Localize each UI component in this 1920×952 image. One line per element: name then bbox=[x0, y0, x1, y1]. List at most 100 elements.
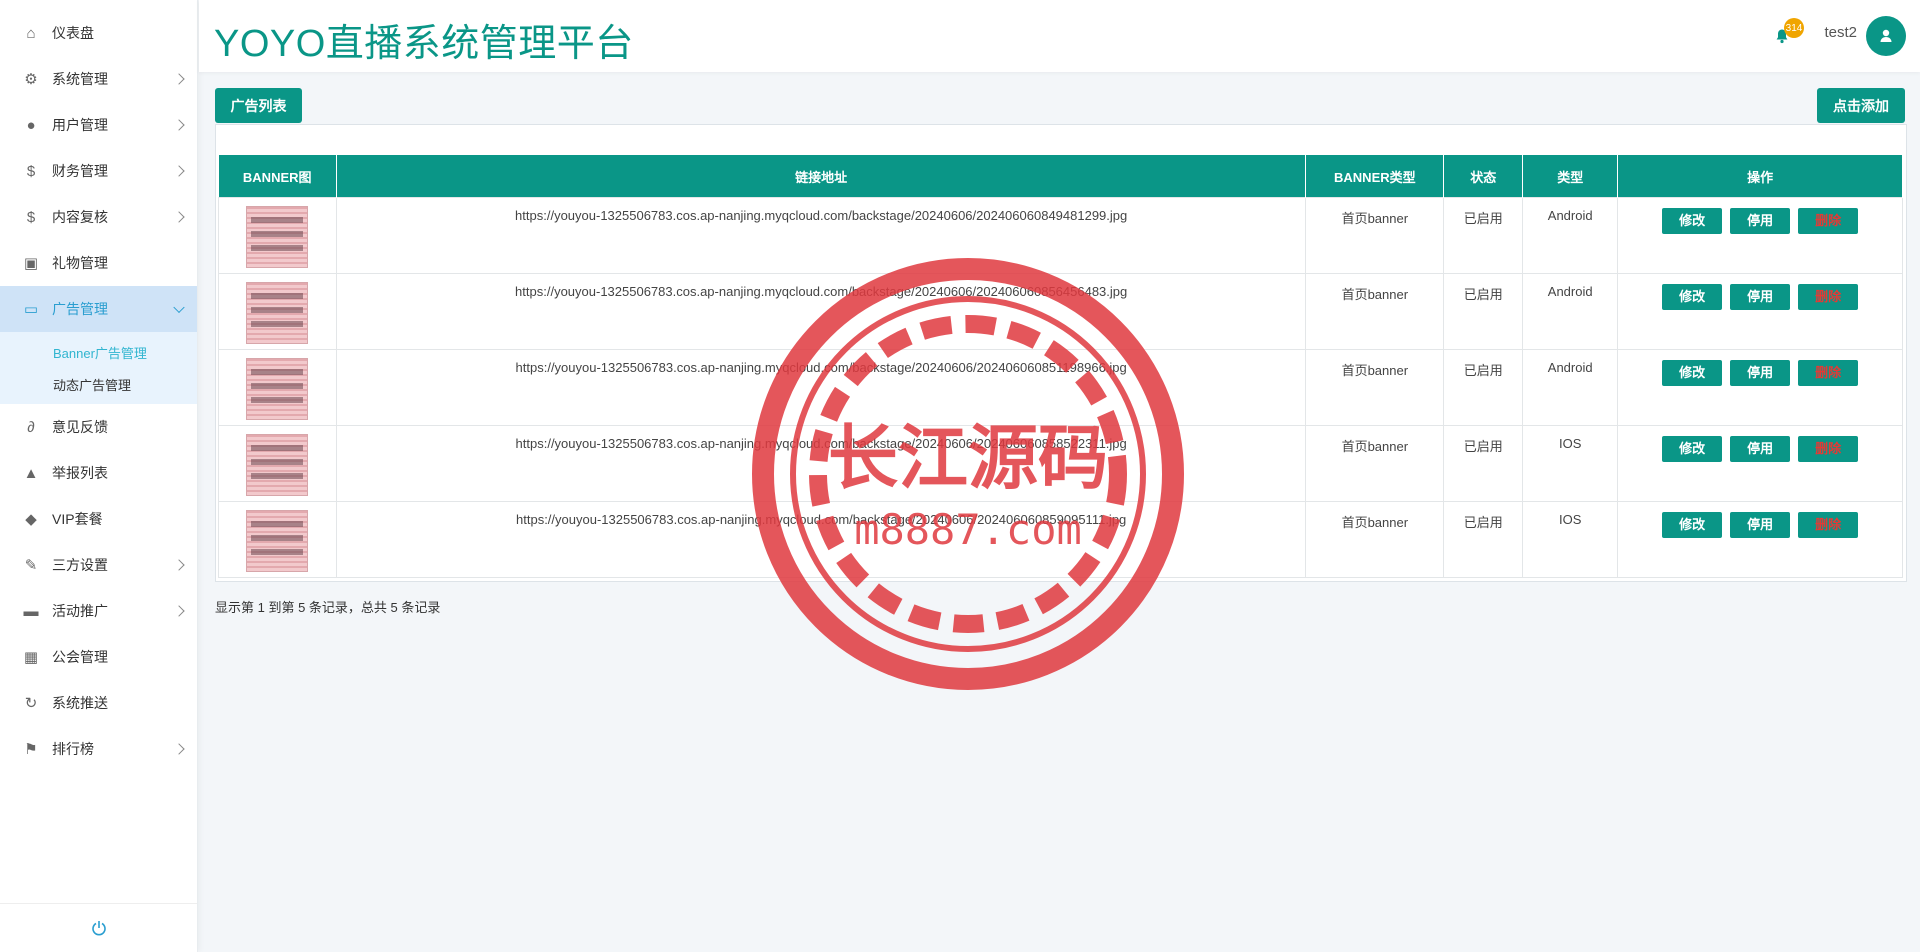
edit-button[interactable]: 修改 bbox=[1662, 360, 1723, 386]
banner-thumbnail[interactable] bbox=[246, 434, 309, 496]
sidebar-item-9[interactable]: ◆ VIP套餐 bbox=[0, 496, 197, 542]
banner-image-cell bbox=[218, 501, 337, 578]
sidebar-subitem-0[interactable]: Banner广告管理 bbox=[0, 336, 197, 368]
sidebar-item-label: 举报列表 bbox=[52, 465, 108, 481]
sidebar-item-1[interactable]: ⚙ 系统管理 bbox=[0, 56, 197, 102]
sidebar-item-label: 内容复核 bbox=[52, 209, 108, 225]
actions-cell: 修改 停用 删除 bbox=[1617, 197, 1903, 274]
banner-thumbnail[interactable] bbox=[246, 282, 309, 344]
sidebar-item-label: 系统推送 bbox=[52, 695, 108, 711]
actions-cell: 修改 停用 删除 bbox=[1617, 349, 1903, 426]
sidebar-item-label: 活动推广 bbox=[52, 603, 108, 619]
banner-type-cell: 首页banner bbox=[1305, 349, 1445, 426]
banner-type-cell: 首页banner bbox=[1305, 197, 1445, 274]
edit-button[interactable]: 修改 bbox=[1662, 436, 1723, 462]
add-button[interactable]: 点击添加 bbox=[1817, 88, 1905, 123]
edit-button[interactable]: 修改 bbox=[1662, 284, 1723, 310]
sidebar-item-5[interactable]: ▣ 礼物管理 bbox=[0, 240, 197, 286]
briefcase-icon: ▬ bbox=[23, 602, 39, 620]
warning-icon: ▲ bbox=[23, 464, 39, 482]
sidebar-item-label: 三方设置 bbox=[52, 557, 108, 573]
status-cell: 已启用 bbox=[1443, 273, 1524, 350]
home-icon: ⌂ bbox=[26, 24, 36, 42]
chevron-icon bbox=[173, 73, 185, 85]
status-cell: 已启用 bbox=[1443, 349, 1524, 426]
username[interactable]: test2 bbox=[1824, 24, 1857, 41]
sidebar-item-label: 系统管理 bbox=[52, 71, 108, 87]
delete-button[interactable]: 删除 bbox=[1798, 284, 1859, 310]
column-header-status: 状态 bbox=[1443, 155, 1524, 198]
sidebar-item-14[interactable]: ⚑ 排行榜 bbox=[0, 726, 197, 772]
edit-button[interactable]: 修改 bbox=[1662, 208, 1723, 234]
actions-cell: 修改 停用 删除 bbox=[1617, 273, 1903, 350]
delete-button[interactable]: 删除 bbox=[1798, 208, 1859, 234]
sidebar-item-6[interactable]: ▭ 广告管理 bbox=[0, 286, 197, 332]
banner-thumbnail[interactable] bbox=[246, 358, 309, 420]
sidebar-item-8[interactable]: ▲ 举报列表 bbox=[0, 450, 197, 496]
sidebar-item-label: 广告管理 bbox=[52, 301, 108, 317]
edit-button[interactable]: 修改 bbox=[1662, 512, 1723, 538]
disable-button[interactable]: 停用 bbox=[1730, 360, 1791, 386]
sidebar-item-label: 排行榜 bbox=[52, 741, 94, 757]
delete-button[interactable]: 删除 bbox=[1798, 360, 1859, 386]
sidebar-item-4[interactable]: $ 内容复核 bbox=[0, 194, 197, 240]
banner-image-cell bbox=[218, 273, 337, 350]
sidebar-item-0[interactable]: ⌂ 仪表盘 bbox=[0, 10, 197, 56]
grid-icon: ▦ bbox=[23, 649, 39, 666]
chevron-icon bbox=[173, 165, 185, 177]
type-cell: IOS bbox=[1522, 425, 1619, 502]
sidebar-item-3[interactable]: $ 财务管理 bbox=[0, 148, 197, 194]
actions-cell: 修改 停用 删除 bbox=[1617, 425, 1903, 502]
sidebar-item-label: 意见反馈 bbox=[52, 419, 108, 435]
status-cell: 已启用 bbox=[1443, 197, 1524, 274]
status-cell: 已启用 bbox=[1443, 501, 1524, 578]
page-title: YOYO直播系统管理平台 bbox=[214, 23, 634, 65]
sidebar-item-11[interactable]: ▬ 活动推广 bbox=[0, 588, 197, 634]
tab-ad-list[interactable]: 广告列表 bbox=[215, 88, 302, 123]
banner-image-cell bbox=[218, 425, 337, 502]
table-row: https://youyou-1325506783.cos.ap-nanjing… bbox=[218, 425, 1903, 502]
banner-thumbnail[interactable] bbox=[246, 206, 309, 268]
avatar[interactable] bbox=[1866, 16, 1906, 56]
column-header-url: 链接地址 bbox=[336, 155, 1307, 198]
banner-image-cell bbox=[218, 349, 337, 426]
piggy-bank-icon: ◆ bbox=[25, 511, 37, 528]
table-row: https://youyou-1325506783.cos.ap-nanjing… bbox=[218, 273, 1903, 350]
sidebar-item-label: 财务管理 bbox=[52, 163, 108, 179]
sidebar-item-13[interactable]: ↻ 系统推送 bbox=[0, 680, 197, 726]
user-icon: ● bbox=[26, 116, 36, 134]
table-row: https://youyou-1325506783.cos.ap-nanjing… bbox=[218, 501, 1903, 578]
table-panel: BANNER图 链接地址 BANNER类型 状态 类型 操作 https://y… bbox=[215, 124, 1907, 582]
chevron-icon bbox=[173, 559, 185, 571]
refresh-icon: ↻ bbox=[24, 695, 38, 712]
sidebar-nav: ⌂ 仪表盘 ⚙ 系统管理 ● 用户管理 $ 财务管理 $ 内容复核 ▣ 礼物管理 ▭ 广告管理 Banner… bbox=[0, 0, 197, 772]
delete-button[interactable]: 删除 bbox=[1798, 512, 1859, 538]
pagination-info: 显示第 1 到第 5 条记录，总共 5 条记录 bbox=[215, 600, 441, 615]
chevron-icon bbox=[173, 605, 185, 617]
disable-button[interactable]: 停用 bbox=[1730, 208, 1791, 234]
disable-button[interactable]: 停用 bbox=[1730, 436, 1791, 462]
sidebar-item-label: 用户管理 bbox=[52, 117, 108, 133]
delete-button[interactable]: 删除 bbox=[1798, 436, 1859, 462]
sidebar-item-label: VIP套餐 bbox=[52, 511, 103, 527]
disable-button[interactable]: 停用 bbox=[1730, 284, 1791, 310]
column-header-type: 类型 bbox=[1522, 155, 1619, 198]
chevron-icon bbox=[173, 119, 185, 131]
gift-icon: ▣ bbox=[23, 255, 39, 272]
sidebar-item-2[interactable]: ● 用户管理 bbox=[0, 102, 197, 148]
banner-type-cell: 首页banner bbox=[1305, 425, 1445, 502]
monitor-icon: ▭ bbox=[23, 301, 39, 318]
disable-button[interactable]: 停用 bbox=[1730, 512, 1791, 538]
sidebar-item-12[interactable]: ▦ 公会管理 bbox=[0, 634, 197, 680]
banner-thumbnail[interactable] bbox=[246, 510, 309, 572]
actions-cell: 修改 停用 删除 bbox=[1617, 501, 1903, 578]
sidebar-subnav: Banner广告管理 动态广告管理 bbox=[0, 332, 197, 404]
table-header-row: BANNER图 链接地址 BANNER类型 状态 类型 操作 bbox=[218, 155, 1903, 198]
column-header-actions: 操作 bbox=[1617, 155, 1903, 198]
sidebar-item-10[interactable]: ✎ 三方设置 bbox=[0, 542, 197, 588]
banner-type-cell: 首页banner bbox=[1305, 501, 1445, 578]
type-cell: Android bbox=[1522, 273, 1619, 350]
sidebar-subitem-1[interactable]: 动态广告管理 bbox=[0, 368, 197, 400]
sidebar-item-7[interactable]: ∂ 意见反馈 bbox=[0, 404, 197, 450]
power-button[interactable] bbox=[0, 903, 197, 952]
